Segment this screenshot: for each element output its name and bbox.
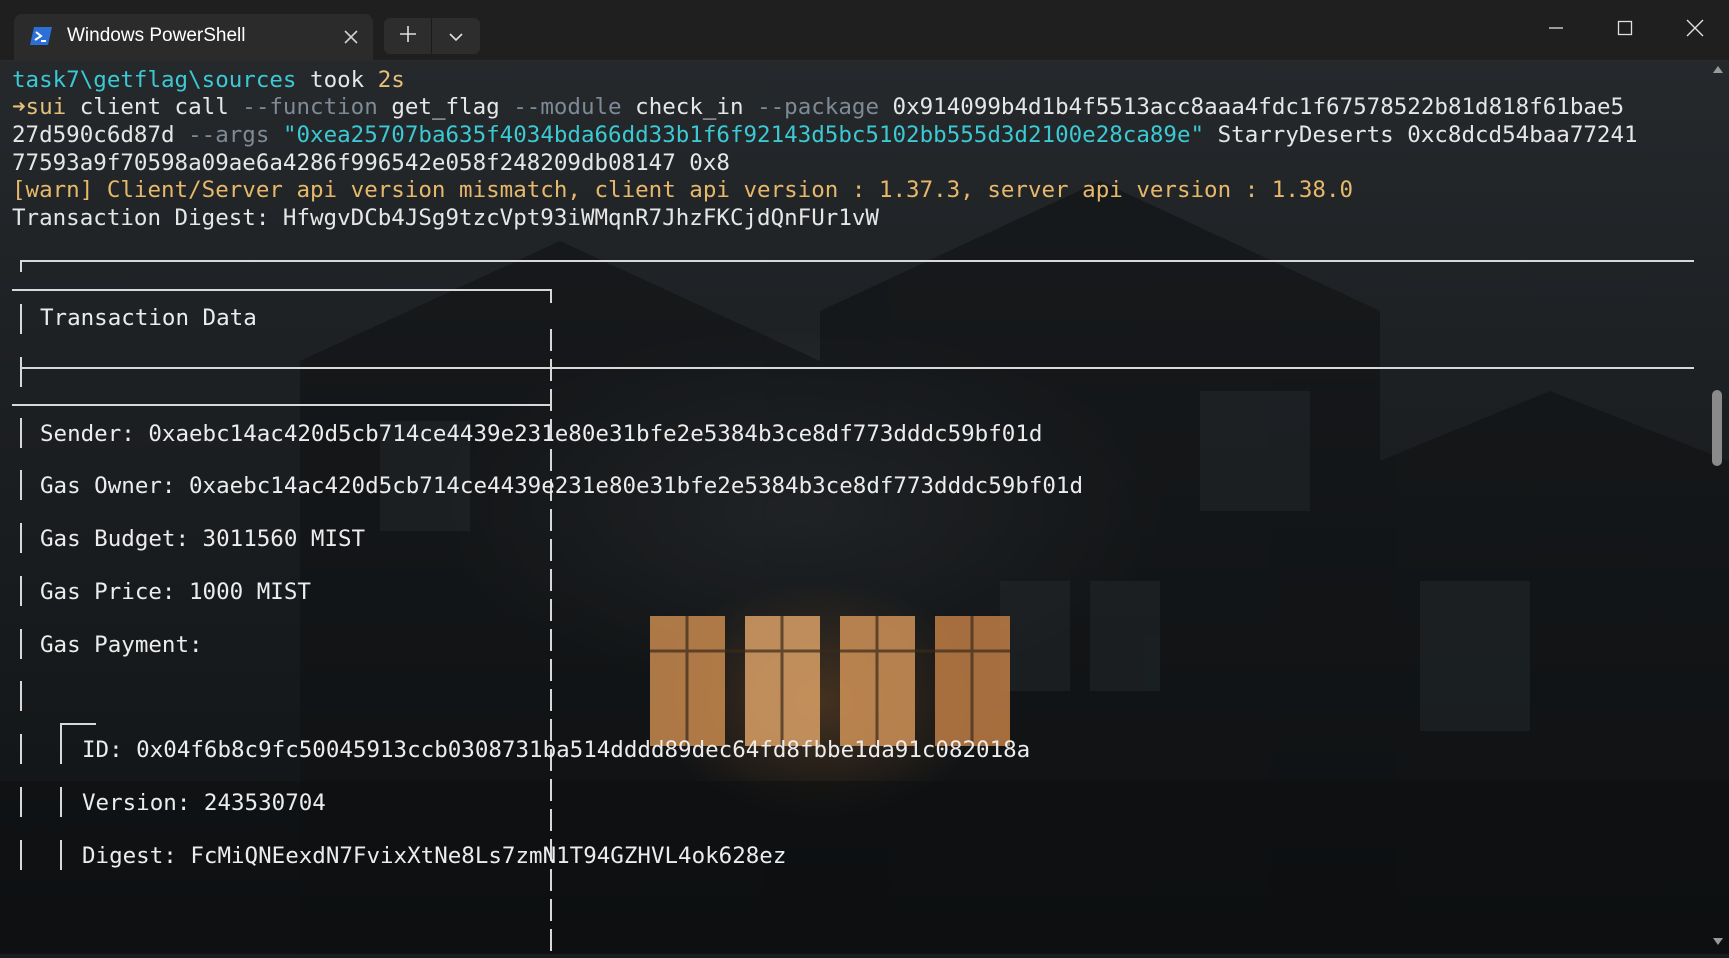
payment-id-field: ID: 0x04f6b8c9fc50045913ccb0308731ba514d… (82, 737, 1031, 763)
prompt-path: task7\getflag\sources (12, 67, 297, 93)
cmd-arg-obj-1: 0xc8dcd54baa77241 (1407, 122, 1638, 148)
new-tab-group (384, 18, 480, 54)
vertical-scrollbar[interactable] (1707, 61, 1729, 954)
cmd-arg-name: StarryDeserts (1217, 122, 1394, 148)
gas-budget-field: Gas Budget: 3011560 MIST (40, 526, 366, 552)
minimize-icon (1548, 20, 1564, 40)
sender-field: Sender: 0xaebc14ac420d5cb714ce4439e231e8… (40, 421, 1043, 447)
cmd-package-id-2: 27d590c6d87d (12, 122, 175, 148)
left-border-gas-price (20, 576, 22, 606)
cmd-flag-module: --module (513, 94, 622, 120)
table-top-corner (20, 260, 22, 272)
gas-owner-field: Gas Owner: 0xaebc14ac420d5cb714ce4439e23… (40, 473, 1084, 499)
tab-windows-powershell[interactable]: Windows PowerShell (14, 14, 373, 60)
left-border-payment-version (20, 787, 22, 817)
nested-border-payment-id (60, 734, 62, 764)
left-border-nested-top (20, 681, 22, 711)
terminal-pane[interactable]: task7\getflag\sources took 2s ➜sui clien… (0, 61, 1729, 954)
payment-version-field: Version: 243530704 (82, 790, 326, 816)
scrollbar-thumb[interactable] (1712, 390, 1722, 466)
cmd-flag-package: --package (757, 94, 879, 120)
cmd-flag-function: --function (242, 94, 378, 120)
prompt-took: took (310, 67, 365, 93)
header-box-top (12, 289, 552, 291)
nested-border-payment-digest (60, 840, 62, 870)
header-separator (20, 367, 1694, 369)
left-border-gas-owner (20, 470, 22, 500)
maximize-icon (1617, 20, 1633, 40)
close-window-icon (1686, 19, 1704, 41)
cmd-client-call: client call (79, 94, 229, 120)
left-border-gas-payment (20, 629, 22, 659)
left-border-payment-id (20, 734, 22, 764)
cmd-arg-obj-2: 77593a9f70598a09ae6a4286f996542e058f2482… (12, 150, 730, 176)
table-top-border (20, 260, 1694, 262)
prompt-duration: 2s (377, 67, 405, 93)
cmd-package-id-1: 0x914099b4d1b4f5513acc8aaa4fdc1f67578522… (892, 94, 1625, 120)
maximize-button[interactable] (1601, 8, 1649, 52)
close-icon[interactable] (339, 25, 363, 49)
header-box-corner (550, 289, 552, 303)
cmd-flag-args: --args (188, 122, 270, 148)
transaction-digest-line: Transaction Digest: HfwgvDCb4JSg9tzcVpt9… (12, 205, 879, 231)
command-line-1: ➜sui client call --function get_flag --m… (12, 93, 1624, 121)
cmd-arg-quoted: "0xea25707ba635f4034bda66dd33b1f6f92143d… (282, 122, 1205, 148)
nested-box-top (60, 723, 96, 725)
command-line-3: 77593a9f70598a09ae6a4286f996542e058f2482… (12, 149, 730, 177)
tab-dropdown-button[interactable] (432, 18, 480, 54)
warning-line: [warn] Client/Server api version mismatc… (12, 177, 1354, 203)
new-tab-button[interactable] (384, 18, 432, 54)
body-box-top (12, 404, 552, 406)
cmd-sui: sui (25, 94, 67, 120)
prompt-arrow: ➜ (12, 94, 26, 120)
powershell-icon (30, 26, 52, 46)
left-border-payment-digest (20, 840, 22, 870)
chevron-down-icon (449, 27, 463, 46)
plus-icon (399, 25, 417, 47)
title-bar: Windows PowerShell (0, 0, 1729, 61)
prompt-line: task7\getflag\sources took 2s (12, 66, 405, 94)
tab-title: Windows PowerShell (67, 25, 246, 46)
payment-digest-field: Digest: FcMiQNEexdN7FvixXtNe8Ls7zmN1T94G… (82, 843, 787, 869)
gas-payment-field: Gas Payment: (40, 632, 203, 658)
left-border-seg-2 (20, 357, 22, 387)
close-window-button[interactable] (1671, 8, 1719, 52)
nested-border-payment-version (60, 787, 62, 817)
cmd-function-name: get_flag (391, 94, 500, 120)
minimize-button[interactable] (1532, 8, 1580, 52)
left-border-sender (20, 418, 22, 448)
scroll-arrows (1713, 66, 1723, 945)
transaction-data-header: Transaction Data (40, 305, 257, 331)
command-line-2: 27d590c6d87d --args "0xea25707ba635f4034… (12, 121, 1638, 149)
cmd-module-name: check_in (635, 94, 744, 120)
left-border-gas-budget (20, 523, 22, 553)
gas-price-field: Gas Price: 1000 MIST (40, 579, 311, 605)
left-border-seg-1 (20, 304, 22, 334)
